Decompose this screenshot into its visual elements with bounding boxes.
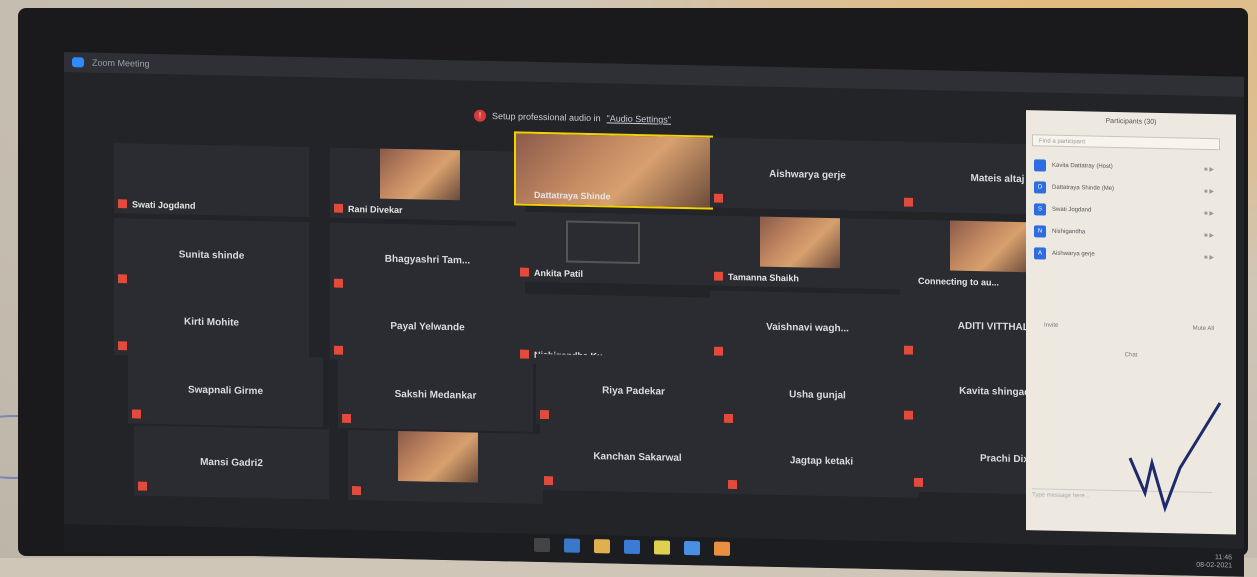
mic-camera-icons[interactable]: ■ ▶ (1204, 253, 1214, 260)
participant-list-item[interactable]: Kavita Dattatray (Host) ■ ▶ (1034, 156, 1214, 178)
clock-date: 08-02-2021 (1196, 561, 1232, 570)
search-icon[interactable] (534, 537, 550, 553)
participant-tile[interactable]: Swati Jogdand (114, 143, 309, 218)
participant-tile[interactable]: Vaishnavi wagh... (710, 290, 905, 365)
muted-mic-icon (520, 350, 529, 359)
app-icon[interactable] (714, 541, 730, 556)
muted-mic-icon (714, 272, 723, 281)
participant-name: Kirti Mohite (184, 316, 239, 329)
participant-tile[interactable]: Jagtap ketaki (724, 423, 919, 498)
participant-list-name: Aishwarya gerje (1052, 250, 1095, 258)
participant-name: Swapnali Girme (187, 384, 264, 397)
muted-mic-icon (520, 268, 529, 277)
participant-list-name: Nishigandha (1052, 228, 1086, 236)
participant-name: Sunita shinde (178, 248, 245, 262)
participant-tile[interactable]: Bhagyashri Tam... (330, 222, 525, 297)
edge-browser-icon[interactable] (624, 539, 640, 555)
mic-camera-icons[interactable]: ■ ▶ (1204, 209, 1214, 216)
zoom-window: Zoom Meeting ! Setup professional audio … (64, 52, 1244, 577)
participant-tile[interactable]: Dattatraya Shinde (514, 131, 713, 210)
participant-name: Sakshi Medankar (394, 388, 477, 402)
participant-name: Tamanna Shaikh (728, 271, 799, 284)
participant-name: Usha gunjal (789, 388, 846, 401)
avatar: A (1034, 247, 1046, 260)
participant-video (950, 220, 1030, 273)
participant-tile[interactable]: Kanchan Sakarwal (540, 419, 735, 495)
participant-name: Riya Padekar (602, 384, 665, 398)
participant-tile[interactable]: Rani Divekar (330, 147, 525, 222)
participant-name: Bhagyashri Tam... (384, 253, 471, 267)
participant-name: Connecting to au... (918, 275, 999, 288)
participant-search-input[interactable]: Find a participant (1032, 134, 1220, 151)
participant-video (380, 148, 460, 201)
muted-mic-icon (118, 199, 127, 208)
task-view-icon[interactable] (564, 538, 580, 553)
envelope-icon (566, 220, 640, 265)
participant-name: Mansi Gadri2 (200, 456, 263, 469)
participant-tile[interactable]: Usha gunjal (720, 357, 915, 432)
participant-tile[interactable]: Payal Yelwande (330, 289, 525, 364)
participant-tile[interactable]: Kirti Mohite (114, 285, 309, 360)
participant-list-item[interactable]: A Aishwarya gerje ■ ▶ (1034, 244, 1214, 266)
avatar: N (1034, 225, 1046, 238)
participant-list-item[interactable]: S Swati Jogdand ■ ▶ (1034, 200, 1214, 222)
participant-name: Jagtap ketaki (789, 454, 854, 468)
system-clock[interactable]: 11:46 08-02-2021 (1196, 554, 1232, 571)
muted-mic-icon (352, 486, 361, 495)
mute-all-button[interactable]: Mute All (1193, 326, 1214, 332)
participant-tile[interactable]: Sunita shinde (114, 218, 309, 293)
participants-title: Participants (30) (1105, 117, 1157, 126)
mic-camera-icons[interactable]: ■ ▶ (1204, 231, 1214, 238)
participant-name: Swati Jogdand (132, 199, 196, 211)
participant-tile[interactable]: Mansi Gadri2 (134, 425, 329, 500)
participant-name: Aishwarya gerje (769, 168, 846, 181)
participant-list-name: Dattatraya Shinde (Me) (1052, 184, 1115, 192)
avatar (1034, 159, 1046, 172)
participant-tile[interactable]: Ankita Patil (516, 211, 711, 286)
participant-tile[interactable]: Tamanna Shaikh (710, 215, 905, 290)
participant-tile[interactable]: Sakshi Medankar (338, 357, 533, 432)
participant-list-name: Kavita Dattatray (Host) (1052, 162, 1113, 170)
muted-mic-icon (334, 204, 343, 213)
participants-panel: Participants (30) Find a participant Kav… (1026, 110, 1236, 535)
participant-name: Kanchan Sakarwal (593, 450, 682, 464)
participant-video (398, 430, 478, 483)
participant-video (760, 216, 840, 269)
participant-tile[interactable]: Aishwarya gerje (710, 137, 905, 212)
avatar: S (1034, 203, 1046, 216)
participant-name: Rani Divekar (348, 203, 403, 216)
participant-list-item[interactable]: D Dattatraya Shinde (Me) ■ ▶ (1034, 178, 1214, 200)
zoom-taskbar-icon[interactable] (684, 540, 700, 556)
mic-camera-icons[interactable]: ■ ▶ (1204, 165, 1214, 172)
participant-name: Payal Yelwande (390, 320, 465, 333)
participant-tile[interactable]: Riya Padekar (536, 353, 731, 428)
chat-input[interactable]: Type message here... (1032, 488, 1212, 506)
invite-button[interactable]: Invite (1044, 323, 1058, 329)
participant-list-name: Swati Jogdand (1052, 206, 1092, 214)
participant-tile[interactable]: Swapnali Girme (128, 353, 323, 428)
participant-name: Vaishnavi wagh... (766, 321, 849, 334)
chat-label[interactable]: Chat (1026, 350, 1236, 360)
participant-name: Dattatraya Shinde (534, 189, 611, 202)
mic-camera-icons[interactable]: ■ ▶ (1204, 187, 1214, 194)
participant-list-item[interactable]: N Nishigandha ■ ▶ (1034, 222, 1214, 244)
participant-tile[interactable] (348, 429, 543, 505)
gallery-view: Swati Jogdand Rani Divekar Dattatraya Shin… (64, 52, 1105, 572)
participant-name: Ankita Patil (534, 267, 584, 279)
file-explorer-icon[interactable] (594, 539, 610, 554)
avatar: D (1034, 181, 1046, 194)
chrome-icon[interactable] (654, 540, 670, 555)
